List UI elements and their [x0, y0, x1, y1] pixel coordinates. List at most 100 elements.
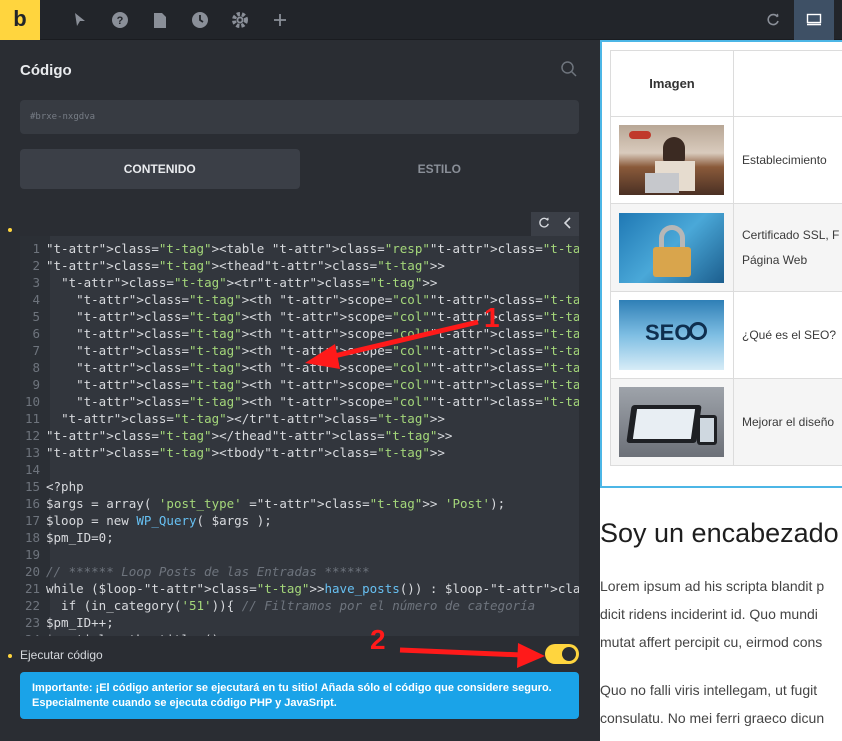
table-row-image: SEO [610, 291, 734, 379]
code-line[interactable]: 11 "t-attr">class="t-tag"></tr"t-attr">c… [20, 410, 579, 427]
code-text: "t-attr">class="t-tag"><table "t-attr">c… [46, 241, 579, 256]
line-number: 8 [32, 360, 40, 375]
code-line[interactable]: 12 "t-attr">class="t-tag"></thead"t-attr"… [20, 427, 579, 444]
plus-icon[interactable] [270, 10, 290, 30]
history-icon[interactable] [190, 10, 210, 30]
preview-heading: Soy un encabezado [600, 518, 839, 548]
table-row-title: Mejorar el diseño [733, 378, 842, 466]
page-preview: Imagen Establecimiento Certificado SSL, … [600, 40, 842, 741]
help-icon[interactable]: ? [110, 10, 130, 30]
code-text: $loop = new WP_Query( $args ); [46, 513, 272, 528]
thumbnail-image-ssl[interactable] [619, 212, 724, 283]
code-line[interactable]: 20 // ****** Loop Posts de las Entradas *… [20, 563, 579, 580]
line-number: 20 [24, 564, 40, 579]
code-line[interactable]: 16 $args = array( 'post_type' ="t-attr">c… [20, 495, 579, 512]
code-line[interactable]: 18 $pm_ID=0; [20, 529, 579, 546]
table-row-title: Certificado SSL, F Página Web [733, 203, 842, 292]
search-icon[interactable] [560, 60, 580, 80]
line-number: 18 [24, 530, 40, 545]
table-row-image [610, 203, 734, 292]
code-line[interactable]: 10 "t-attr">class="t-tag"><th "t-attr">s… [20, 393, 579, 410]
table-header-imagen: Imagen [610, 50, 734, 117]
pages-icon[interactable] [150, 10, 170, 30]
tab-contenido[interactable]: CONTENIDO [20, 149, 300, 189]
code-text: "t-attr">class="t-tag"><tr"t-attr">class… [61, 275, 438, 290]
top-toolbar: b ? [0, 0, 842, 40]
thumbnail-image-seo[interactable]: SEO [619, 300, 724, 370]
code-text: "t-attr">class="t-tag"></tr"t-attr">clas… [61, 411, 445, 426]
code-line[interactable]: 2 "t-attr">class="t-tag"><thead"t-attr">c… [20, 257, 579, 274]
execute-code-toggle[interactable] [545, 644, 579, 664]
code-text: "t-attr">class="t-tag"><th "t-attr">scop… [76, 394, 579, 409]
line-number: 3 [32, 275, 40, 290]
line-number: 16 [24, 496, 40, 511]
modified-indicator-dot [8, 228, 12, 232]
security-notice: Importante: ¡El código anterior se ejecu… [20, 672, 579, 719]
annotation-number-1: 1 [484, 302, 500, 333]
code-line[interactable]: 15 <?php [20, 478, 579, 495]
thumbnail-image-design[interactable] [619, 387, 724, 457]
desktop-icon[interactable] [794, 0, 834, 40]
code-text: while ($loop-"t-attr">class="t-tag">>hav… [46, 581, 579, 596]
code-text: "t-attr">class="t-tag"><th "t-attr">scop… [76, 377, 579, 392]
code-line[interactable]: 7 "t-attr">class="t-tag"><th "t-attr">sc… [20, 342, 579, 359]
code-line[interactable]: 21 while ($loop-"t-attr">class="t-tag">>h… [20, 580, 579, 597]
line-number: 15 [24, 479, 40, 494]
line-number: 6 [32, 326, 40, 341]
element-id-field[interactable]: #brxe-nxgdva [20, 100, 579, 134]
code-text: $args = array( 'post_type' ="t-attr">cla… [46, 496, 506, 511]
refresh-code-icon[interactable] [538, 216, 550, 232]
code-line[interactable]: 17 $loop = new WP_Query( $args ); [20, 512, 579, 529]
execute-code-label: Ejecutar código [20, 648, 103, 662]
line-number: 10 [24, 394, 40, 409]
svg-text:?: ? [117, 15, 124, 27]
preview-paragraph-1: Lorem ipsum ad his scripta blandit p dic… [600, 572, 842, 656]
code-editor[interactable]: 1 "t-attr">class="t-tag"><table "t-attr">… [20, 236, 579, 636]
thumbnail-image-store[interactable] [619, 125, 724, 195]
code-text: $pm_ID++; [46, 615, 114, 630]
line-number: 7 [32, 343, 40, 358]
line-number: 9 [32, 377, 40, 392]
code-line[interactable]: 14 [20, 461, 579, 478]
code-text: if (in_category('51')){ // Filtramos por… [46, 598, 536, 613]
code-line[interactable]: 19 [20, 546, 579, 563]
code-line[interactable]: 13 "t-attr">class="t-tag"><tbody"t-attr">… [20, 444, 579, 461]
table-row-image [610, 378, 734, 466]
line-number: 24 [20, 631, 46, 636]
code-line[interactable]: 24$ ti l th titl () [20, 631, 579, 636]
code-text: $pm_ID=0; [46, 530, 114, 545]
paragraph-line: mutat affert percipit cu, eirmod cons [600, 634, 823, 650]
code-text: "t-attr">class="t-tag"><thead"t-attr">cl… [46, 258, 445, 273]
code-line[interactable]: 1 "t-attr">class="t-tag"><table "t-attr">… [20, 240, 579, 257]
code-line[interactable]: 9 "t-attr">class="t-tag"><th "t-attr">sc… [20, 376, 579, 393]
code-line[interactable]: 8 "t-attr">class="t-tag"><th "t-attr">sc… [20, 359, 579, 376]
panel-title: Código [20, 62, 72, 79]
code-text: "t-attr">class="t-tag"></thead"t-attr">c… [46, 428, 453, 443]
bricks-logo[interactable]: b [0, 0, 40, 40]
line-number: 2 [32, 258, 40, 273]
line-number: 12 [24, 428, 40, 443]
line-number: 4 [32, 292, 40, 307]
code-line[interactable]: 3 "t-attr">class="t-tag"><tr"t-attr">cla… [20, 274, 579, 291]
pointer-icon[interactable] [70, 10, 90, 30]
collapse-chevron-icon[interactable] [563, 216, 572, 232]
paragraph-line: dicit ridens inciderint id. Quo mundi [600, 606, 818, 622]
line-number: 5 [32, 309, 40, 324]
paragraph-line: Quo no falli viris intellegam, ut fugit [600, 682, 818, 698]
code-line[interactable]: 22 if (in_category('51')){ // Filtramos … [20, 597, 579, 614]
line-number: 11 [24, 411, 40, 426]
code-line[interactable]: 23 $pm_ID++; [20, 614, 579, 631]
annotation-number-2: 2 [370, 624, 386, 655]
line-number: 19 [24, 547, 40, 562]
toggle-knob [562, 647, 576, 661]
line-number: 17 [24, 513, 40, 528]
tab-estilo[interactable]: ESTILO [300, 149, 580, 189]
settings-icon[interactable] [230, 10, 250, 30]
table-header-empty [733, 50, 842, 117]
table-row-image [610, 116, 734, 204]
refresh-icon[interactable] [763, 10, 783, 30]
code-text: // ****** Loop Posts de las Entradas ***… [46, 564, 370, 579]
line-number: 23 [24, 615, 40, 630]
code-element-panel: Código #brxe-nxgdva CONTENIDO ESTILO 1 "t… [0, 40, 600, 741]
preview-paragraph-2: Quo no falli viris intellegam, ut fugit … [600, 676, 842, 732]
